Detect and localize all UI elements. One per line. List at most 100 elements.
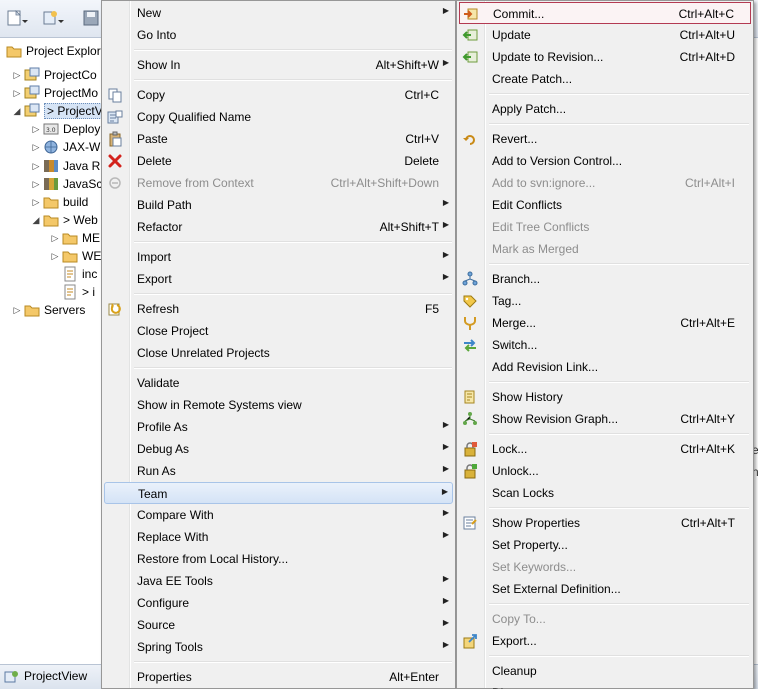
tree-item[interactable]: ▷ Java R — [31, 157, 101, 175]
tag-icon — [462, 293, 478, 309]
menu-item-delete[interactable]: Delete Delete — [104, 150, 453, 172]
menu-item-close-unrelated-projects[interactable]: Close Unrelated Projects — [104, 342, 453, 364]
team-item-merge[interactable]: Merge... Ctrl+Alt+E — [459, 312, 751, 334]
menu-separator — [489, 603, 749, 605]
team-item-show-revision-graph[interactable]: Show Revision Graph... Ctrl+Alt+Y — [459, 408, 751, 430]
menu-item-refactor[interactable]: Refactor Alt+Shift+T ▶ — [104, 216, 453, 238]
menu-separator — [134, 661, 452, 663]
team-item-add-revision-link[interactable]: Add Revision Link... — [459, 356, 751, 378]
menu-item-label: Export... — [492, 634, 537, 648]
team-item-scan-locks[interactable]: Scan Locks — [459, 482, 751, 504]
tree-expand-arrow-icon[interactable]: ▷ — [31, 196, 41, 208]
merge-icon — [462, 315, 478, 331]
tree-item[interactable]: ▷ Servers — [12, 301, 101, 319]
lock-icon — [462, 441, 478, 457]
tree-expand-arrow-icon[interactable] — [50, 286, 60, 298]
menu-item-show-in[interactable]: Show In Alt+Shift+W ▶ — [104, 54, 453, 76]
menu-item-import[interactable]: Import ▶ — [104, 246, 453, 268]
tree-item[interactable]: ◢ > Web — [31, 211, 101, 229]
menu-item-label: Close Project — [137, 324, 209, 338]
tree-item[interactable]: ▷ ME — [50, 229, 101, 247]
menu-item-properties[interactable]: Properties Alt+Enter — [104, 666, 453, 688]
menu-separator — [134, 367, 452, 369]
menu-item-run-as[interactable]: Run As ▶ — [104, 460, 453, 482]
menu-item-restore-from-local-history[interactable]: Restore from Local History... — [104, 548, 453, 570]
tree-expand-arrow-icon[interactable]: ▷ — [50, 250, 60, 262]
menu-item-copy[interactable]: Copy Ctrl+C — [104, 84, 453, 106]
new-project-button[interactable] — [42, 8, 64, 28]
team-item-set-property[interactable]: Set Property... — [459, 534, 751, 556]
menu-item-label: Debug As — [137, 442, 190, 456]
submenu-arrow-icon: ▶ — [442, 464, 449, 473]
tree-item[interactable]: ▷ JavaSc — [31, 175, 101, 193]
tree-expand-arrow-icon[interactable] — [50, 268, 60, 280]
menu-item-label: Close Unrelated Projects — [137, 346, 270, 360]
menu-item-close-project[interactable]: Close Project — [104, 320, 453, 342]
tree-expand-arrow-icon[interactable]: ◢ — [31, 214, 41, 226]
team-item-export[interactable]: Export... — [459, 630, 751, 652]
tree-item[interactable]: ▷ 3.0 Deploy — [31, 120, 101, 138]
team-item-cleanup[interactable]: Cleanup — [459, 660, 751, 682]
menu-item-go-into[interactable]: Go Into — [104, 24, 453, 46]
team-item-lock[interactable]: Lock... Ctrl+Alt+K — [459, 438, 751, 460]
menu-item-paste[interactable]: Paste Ctrl+V — [104, 128, 453, 150]
tree-item[interactable]: ▷ JAX-W — [31, 138, 101, 156]
menu-item-copy-qualified-name[interactable]: Copy Qualified Name — [104, 106, 453, 128]
menu-item-profile-as[interactable]: Profile As ▶ — [104, 416, 453, 438]
tree-item[interactable]: ▷ ProjectMo — [12, 84, 101, 102]
tree-item[interactable]: ▷ WE — [50, 247, 101, 265]
tree-expand-arrow-icon[interactable]: ▷ — [31, 141, 41, 153]
tree-expand-arrow-icon[interactable]: ▷ — [50, 232, 60, 244]
tree-expand-arrow-icon[interactable]: ▷ — [31, 160, 41, 172]
menu-item-source[interactable]: Source ▶ — [104, 614, 453, 636]
team-item-unlock[interactable]: Unlock... — [459, 460, 751, 482]
menu-item-team[interactable]: Team ▶ — [104, 482, 453, 504]
tree-expand-arrow-icon[interactable]: ◢ — [12, 105, 22, 117]
team-item-switch[interactable]: Switch... — [459, 334, 751, 356]
menu-item-show-in-remote-systems-view[interactable]: Show in Remote Systems view — [104, 394, 453, 416]
team-item-edit-conflicts[interactable]: Edit Conflicts — [459, 194, 751, 216]
team-item-tag[interactable]: Tag... — [459, 290, 751, 312]
menu-item-compare-with[interactable]: Compare With ▶ — [104, 504, 453, 526]
team-item-set-external-definition[interactable]: Set External Definition... — [459, 578, 751, 600]
menu-item-refresh[interactable]: Refresh F5 — [104, 298, 453, 320]
tree-expand-arrow-icon[interactable]: ▷ — [12, 87, 22, 99]
menu-item-replace-with[interactable]: Replace With ▶ — [104, 526, 453, 548]
tree-item[interactable]: ▷ build — [31, 193, 101, 211]
tree-item-label: ME — [82, 230, 100, 245]
team-item-add-to-version-control[interactable]: Add to Version Control... — [459, 150, 751, 172]
new-wizard-button[interactable] — [6, 8, 28, 28]
team-item-di[interactable]: Di... — [459, 682, 751, 689]
team-item-show-history[interactable]: Show History — [459, 386, 751, 408]
tree-expand-arrow-icon[interactable]: ▷ — [12, 69, 22, 81]
menu-item-validate[interactable]: Validate — [104, 372, 453, 394]
menu-item-new[interactable]: New ▶ — [104, 2, 453, 24]
revision-graph-icon — [462, 411, 478, 427]
file-icon — [62, 284, 78, 300]
tree-item[interactable]: ◢ > ProjectV — [12, 102, 101, 120]
menu-item-label: Merge... — [492, 316, 537, 330]
team-item-branch[interactable]: Branch... — [459, 268, 751, 290]
team-item-commit[interactable]: Commit... Ctrl+Alt+C — [459, 2, 751, 24]
team-item-update[interactable]: Update Ctrl+Alt+U — [459, 24, 751, 46]
team-item-apply-patch[interactable]: Apply Patch... — [459, 98, 751, 120]
tree-item[interactable]: ▷ ProjectCo — [12, 66, 101, 84]
menu-item-java-ee-tools[interactable]: Java EE Tools ▶ — [104, 570, 453, 592]
menu-item-build-path[interactable]: Build Path ▶ — [104, 194, 453, 216]
tree-expand-arrow-icon[interactable]: ▷ — [12, 304, 22, 316]
menu-item-export[interactable]: Export ▶ — [104, 268, 453, 290]
menu-item-debug-as[interactable]: Debug As ▶ — [104, 438, 453, 460]
tree-item[interactable]: > i — [50, 283, 101, 301]
project-explorer-tab[interactable]: Project Explorer — [2, 40, 106, 62]
team-item-update-to-revision[interactable]: Update to Revision... Ctrl+Alt+D — [459, 46, 751, 68]
team-item-show-properties[interactable]: Show Properties Ctrl+Alt+T — [459, 512, 751, 534]
menu-item-configure[interactable]: Configure ▶ — [104, 592, 453, 614]
refresh-icon — [107, 301, 123, 317]
tree-item[interactable]: inc — [50, 265, 101, 283]
submenu-arrow-icon: ▶ — [442, 640, 449, 649]
team-item-revert[interactable]: Revert... — [459, 128, 751, 150]
team-item-create-patch[interactable]: Create Patch... — [459, 68, 751, 90]
tree-expand-arrow-icon[interactable]: ▷ — [31, 178, 41, 190]
menu-item-spring-tools[interactable]: Spring Tools ▶ — [104, 636, 453, 658]
tree-expand-arrow-icon[interactable]: ▷ — [31, 123, 41, 135]
